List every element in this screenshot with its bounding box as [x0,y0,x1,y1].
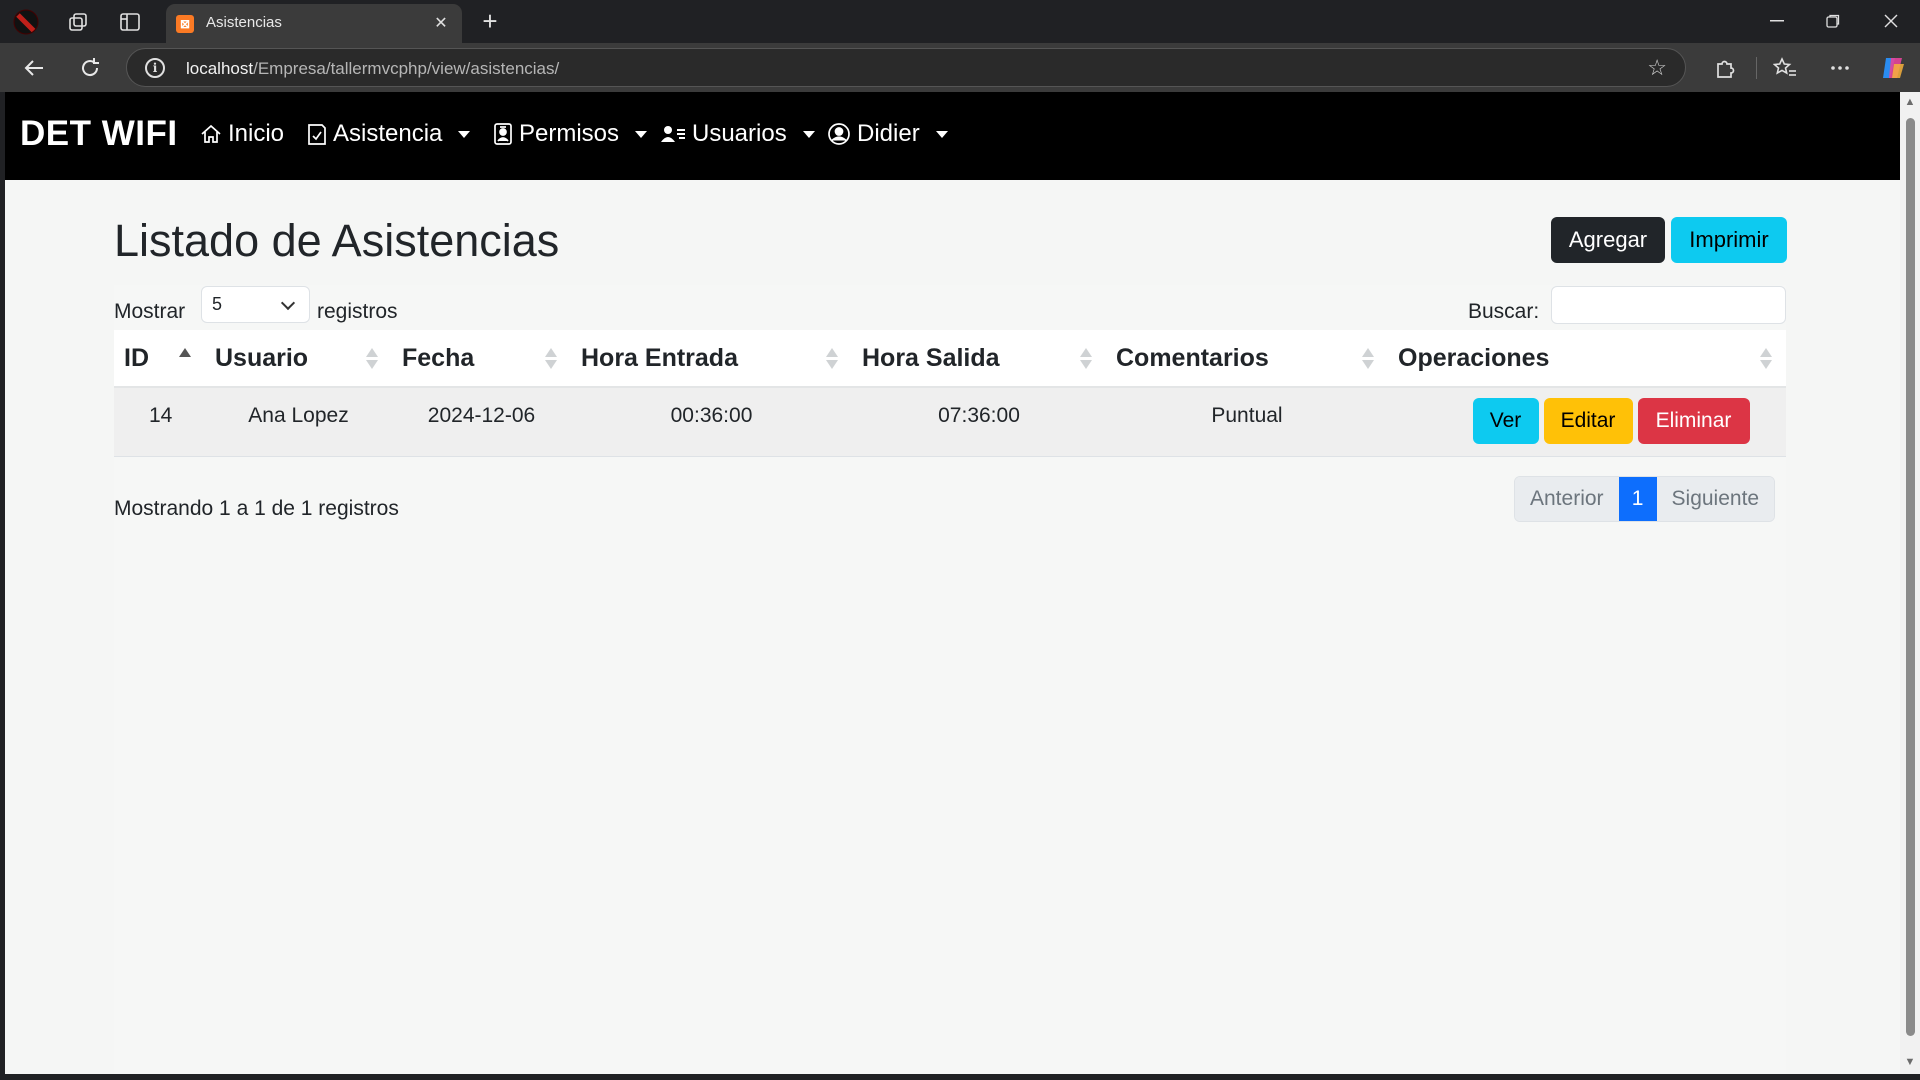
scrollbar-thumb[interactable] [1906,118,1915,1036]
address-bar-row: i localhost/Empresa/tallermvcphp/view/as… [0,43,1920,92]
reload-icon[interactable] [73,52,107,84]
table-row: 14 Ana Lopez 2024-12-06 00:36:00 07:36:0… [114,387,1786,457]
sort-arrows-icon [826,348,838,370]
clipboard-check-icon [308,124,326,145]
back-arrow-icon[interactable] [17,52,51,84]
person-circle-icon [828,123,850,145]
minimize-icon[interactable] [1757,6,1797,36]
vertical-tabs-icon[interactable] [116,8,144,36]
workspaces-icon[interactable] [64,8,92,36]
toolbar-divider [1756,57,1757,79]
chevron-down-icon [280,295,296,311]
close-window-icon[interactable] [1871,6,1911,36]
page-title: Listado de Asistencias [114,215,560,266]
scroll-down-arrow-icon[interactable]: ▼ [1904,1056,1916,1068]
cell-id: 14 [114,387,205,457]
attendance-table: ID Usuario Fecha Hora Entrada Hora Salid… [114,330,1786,457]
column-header-operaciones[interactable]: Operaciones [1388,330,1786,388]
tab-title: Asistencias [206,14,282,31]
cell-hora-salida: 07:36:00 [852,387,1106,457]
chevron-down-icon [802,130,815,138]
chevron-down-icon [935,130,948,138]
new-tab-plus-icon[interactable]: + [476,8,504,36]
sort-arrows-icon [1760,348,1772,370]
table-header-row: ID Usuario Fecha Hora Entrada Hora Salid… [114,330,1786,388]
table-info-text: Mostrando 1 a 1 de 1 registros [114,497,399,520]
search-label: Buscar: [1468,300,1540,323]
length-prefix-label: Mostrar [114,300,186,323]
scroll-up-arrow-icon[interactable]: ▲ [1904,96,1916,108]
cell-operaciones: Ver Editar Eliminar [1388,387,1786,457]
sort-arrows-icon [1362,348,1374,370]
nav-item-asistencia[interactable]: Asistencia [307,120,471,148]
xampp-favicon-icon: ⊠ [176,15,194,33]
badge-icon [494,123,512,145]
nav-item-inicio[interactable]: Inicio [200,120,284,148]
nav-item-didier[interactable]: Didier [827,120,948,148]
print-button[interactable]: Imprimir [1671,217,1787,263]
main-container: Listado de Asistencias Agregar Imprimir … [114,180,1787,1074]
nav-permisos-label: Permisos [519,120,620,147]
column-header-hora-salida[interactable]: Hora Salida [852,330,1106,388]
chevron-down-icon [458,130,471,138]
pagination-next[interactable]: Siguiente [1656,477,1775,521]
house-icon [201,124,221,143]
nav-didier-label: Didier [857,120,920,147]
sort-arrows-icon [1080,348,1092,370]
column-header-id[interactable]: ID [114,330,205,388]
favorite-star-icon[interactable]: ☆ [1647,55,1667,81]
extensions-puzzle-icon[interactable] [1710,53,1740,83]
chevron-down-icon [635,130,648,138]
main-navbar: DET WIFI Inicio Asistencia Permisos Usua… [5,92,1900,180]
sort-arrows-icon [366,348,378,370]
delete-button[interactable]: Eliminar [1637,398,1750,444]
tab-close-icon[interactable]: ✕ [430,12,452,34]
vertical-scrollbar[interactable]: ▲ ▼ [1900,92,1920,1074]
browser-tab-active[interactable]: ⊠ Asistencias ✕ [166,4,462,43]
datatable-card: Mostrar 5 registros Buscar: ID Usuario F… [114,285,1786,1074]
column-header-usuario[interactable]: Usuario [205,330,392,388]
search-input[interactable] [1551,286,1786,324]
view-button[interactable]: Ver [1472,398,1539,444]
pagination: Anterior 1 Siguiente [1514,476,1776,522]
sort-arrows-icon [179,348,191,370]
site-info-icon[interactable]: i [145,58,165,78]
cell-usuario: Ana Lopez [205,387,392,457]
page-length-value: 5 [212,294,223,314]
edit-button[interactable]: Editar [1543,398,1633,444]
url-field[interactable]: i localhost/Empresa/tallermvcphp/view/as… [126,48,1686,87]
restore-icon[interactable] [1813,6,1853,36]
add-button[interactable]: Agregar [1551,217,1665,263]
sort-arrows-icon [545,348,557,370]
brand-logo[interactable]: DET WIFI [20,114,178,154]
more-options-icon[interactable] [1825,53,1855,83]
favorites-list-icon[interactable] [1770,53,1800,83]
cell-fecha: 2024-12-06 [392,387,571,457]
page-length-select[interactable]: 5 [201,286,310,323]
column-header-fecha[interactable]: Fecha [392,330,571,388]
column-header-comentarios[interactable]: Comentarios [1106,330,1388,388]
browser-tab-bar: ⊠ Asistencias ✕ + [0,0,1920,43]
nav-inicio-label: Inicio [228,120,285,147]
cell-comentarios: Puntual [1106,387,1388,457]
cell-hora-entrada: 00:36:00 [571,387,852,457]
people-icon [661,126,685,142]
nav-item-permisos[interactable]: Permisos [493,120,648,148]
pagination-previous[interactable]: Anterior [1515,477,1619,521]
column-header-hora-entrada[interactable]: Hora Entrada [571,330,852,388]
page-viewport: DET WIFI Inicio Asistencia Permisos Usua… [5,92,1900,1074]
copilot-icon[interactable] [1878,53,1908,83]
length-suffix-label: registros [317,300,398,323]
nav-usuarios-label: Usuarios [692,120,787,147]
nav-asistencia-label: Asistencia [333,120,443,147]
url-text[interactable]: localhost/Empresa/tallermvcphp/view/asis… [186,59,559,79]
pagination-page-current[interactable]: 1 [1618,477,1657,521]
profile-avatar-icon[interactable] [12,8,40,36]
window-frame-bottom [0,1074,1920,1080]
nav-item-usuarios[interactable]: Usuarios [660,120,815,148]
